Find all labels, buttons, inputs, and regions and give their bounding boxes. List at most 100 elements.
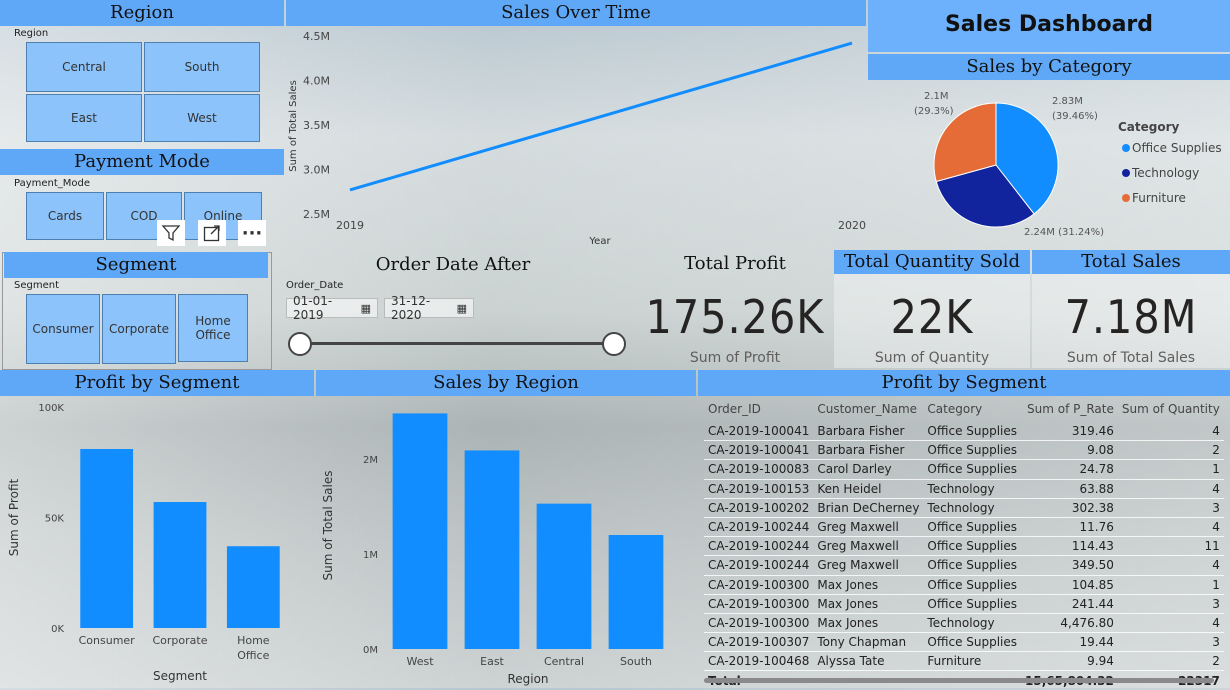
region-option-central[interactable]: Central [26, 42, 142, 92]
quantity-cell: 2 [1117, 440, 1224, 461]
customer-name-cell: Barbara Fisher [813, 422, 924, 442]
sales-by-region-chart: 0M 1M 2M West East Central South Region Sum of T… [321, 413, 664, 686]
customer-name-cell: Greg Maxwell [813, 536, 924, 557]
calendar-icon[interactable]: ▦ [361, 302, 371, 315]
x-axis-title: Year [588, 236, 611, 247]
x-tick-label: Corporate [153, 634, 208, 647]
quantity-cell: 4 [1117, 555, 1224, 576]
category-cell: Technology [923, 498, 1022, 518]
end-date-input[interactable]: 31-12-2020 ▦ [384, 294, 474, 322]
y-axis-title: Sum of Total Sales [321, 471, 335, 581]
y-tick-label: 3.5M [303, 119, 330, 132]
profit-table: Order_ID Customer_Name Category Sum of P… [704, 396, 1224, 690]
profit-by-segment-header: Profit by Segment [0, 370, 314, 396]
table-row[interactable]: CA-2019-100202 Brian DeCherney Technology 3… [704, 498, 1224, 518]
more-options-icon[interactable]: ··· [238, 220, 266, 246]
region-option-south[interactable]: South [144, 42, 260, 92]
legend-title: Category [1118, 120, 1180, 134]
segment-option-corporate[interactable]: Corporate [102, 294, 176, 364]
calendar-icon[interactable]: ▦ [457, 302, 467, 315]
table-horizontal-scrollbar[interactable] [704, 678, 1214, 683]
y-tick-label: 4.0M [303, 75, 330, 88]
p-rate-cell: 63.88 [1021, 479, 1118, 499]
table-row[interactable]: CA-2019-100041 Barbara Fisher Office Suppl… [704, 422, 1224, 442]
category-cell: Technology [923, 613, 1022, 634]
region-header: Region [0, 0, 284, 26]
y-tick-label: 2.5M [303, 208, 330, 221]
date-range-end-handle[interactable] [602, 332, 626, 356]
customer-name-cell: Greg Maxwell [813, 517, 924, 538]
order-id-cell: CA-2019-100307 [704, 632, 814, 653]
segment-option-home-office[interactable]: Home Office [178, 294, 248, 362]
table-row[interactable]: CA-2019-100300 Max Jones Office Supplies 10… [704, 575, 1224, 595]
table-row[interactable]: CA-2019-100300 Max Jones Office Supplies 24… [704, 594, 1224, 614]
customer-name-cell: Alyssa Tate [813, 651, 924, 672]
bar [392, 413, 448, 649]
column-header-customer-name[interactable]: Customer_Name [813, 396, 923, 422]
category-cell: Office Supplies [923, 555, 1022, 576]
order-id-cell: CA-2019-100041 [704, 440, 814, 461]
y-tick-label: 4.5M [303, 30, 330, 43]
sales-line [349, 41, 853, 192]
table-row[interactable]: CA-2019-100244 Greg Maxwell Office Supplie… [704, 555, 1224, 576]
customer-name-cell: Barbara Fisher [813, 440, 924, 461]
quantity-cell: 4 [1117, 422, 1224, 442]
y-tick-label: 1M [363, 550, 378, 561]
table-row[interactable]: CA-2019-100083 Carol Darley Office Supplie… [704, 459, 1224, 480]
order-id-cell: CA-2019-100244 [704, 536, 814, 557]
sales-by-region-header: Sales by Region [316, 370, 696, 396]
total-quantity-value: 22K [890, 290, 974, 344]
category-cell: Office Supplies [923, 575, 1022, 595]
data-label: 2.24M (31.24%) [1024, 227, 1104, 238]
order-id-cell: CA-2019-100468 [704, 651, 814, 672]
quantity-cell: 3 [1117, 594, 1224, 614]
filter-icon[interactable] [157, 220, 185, 246]
total-sales-header: Total Sales [1032, 250, 1230, 274]
legend-marker [1122, 194, 1130, 202]
column-header-category[interactable]: Category [923, 396, 1021, 422]
x-axis-title: Segment [153, 669, 207, 683]
x-tick-label: South [620, 655, 652, 668]
order-date-header: Order Date After [375, 254, 531, 275]
table-row[interactable]: CA-2019-100244 Greg Maxwell Office Supplie… [704, 517, 1224, 538]
segment-option-consumer[interactable]: Consumer [26, 294, 100, 364]
x-axis-title: Region [507, 672, 548, 686]
column-header-p-rate[interactable]: Sum of P_Rate [1021, 396, 1118, 422]
category-cell: Office Supplies [923, 459, 1022, 480]
customer-name-cell: Carol Darley [813, 459, 924, 480]
payment-mode-field-label: Payment_Mode [14, 178, 91, 189]
start-date-input[interactable]: 01-01-2019 ▦ [286, 294, 378, 322]
p-rate-cell: 241.44 [1021, 594, 1118, 614]
region-option-east[interactable]: East [26, 94, 142, 142]
profit-table-header: Profit by Segment [698, 370, 1230, 396]
quantity-cell: 1 [1117, 575, 1224, 595]
data-label: (29.3%) [914, 106, 954, 117]
p-rate-cell: 24.78 [1021, 459, 1118, 480]
legend-entry: Furniture [1132, 191, 1186, 205]
table-row[interactable]: CA-2019-100041 Barbara Fisher Office Suppl… [704, 440, 1224, 461]
column-header-order-id[interactable]: Order_ID [704, 396, 813, 422]
table-row[interactable]: CA-2019-100300 Max Jones Technology 4,476.8… [704, 613, 1224, 634]
p-rate-cell: 302.38 [1021, 498, 1118, 518]
date-range-start-handle[interactable] [288, 332, 312, 356]
x-tick-label: Central [544, 655, 584, 668]
total-sales-label: Sum of Total Sales [1066, 350, 1196, 366]
quantity-cell: 4 [1117, 517, 1224, 538]
category-cell: Office Supplies [923, 422, 1022, 442]
table-row[interactable]: CA-2019-100153 Ken Heidel Technology 63.88 4 [704, 479, 1224, 499]
table-row[interactable]: CA-2019-100307 Tony Chapman Office Supplie… [704, 632, 1224, 653]
order-id-cell: CA-2019-100244 [704, 555, 814, 576]
y-axis-title: Sum of Profit [7, 479, 21, 557]
column-header-quantity[interactable]: Sum of Quantity [1118, 396, 1224, 422]
focus-mode-icon[interactable] [198, 220, 226, 246]
y-tick-label: 3.0M [303, 164, 330, 177]
p-rate-cell: 104.85 [1021, 575, 1118, 595]
customer-name-cell: Max Jones [813, 594, 924, 614]
table-row[interactable]: CA-2019-100468 Alyssa Tate Furniture 9.94 2 [704, 651, 1224, 672]
start-date-value: 01-01-2019 [293, 294, 333, 322]
customer-name-cell: Max Jones [813, 575, 924, 595]
table-row[interactable]: CA-2019-100244 Greg Maxwell Office Supplie… [704, 536, 1224, 557]
payment-option-cards[interactable]: Cards [26, 192, 104, 240]
region-option-west[interactable]: West [144, 94, 260, 142]
sales-by-category-chart: 2.83M (39.46%) 2.24M (31.24%) 2.1M (29.3%) Ca… [914, 91, 1222, 238]
